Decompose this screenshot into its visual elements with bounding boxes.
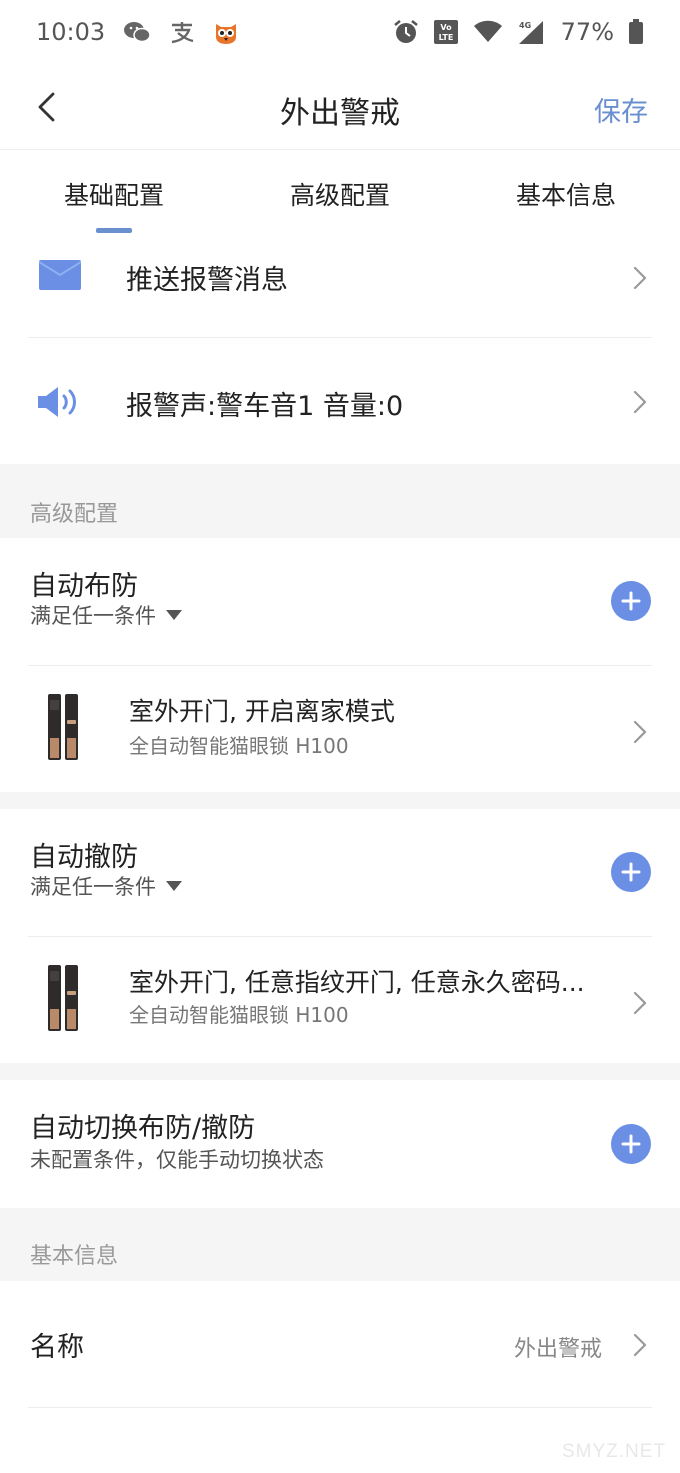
chevron-right-icon [633,991,647,1015]
auto-switch-title: 自动切换布防/撤防 [30,1113,256,1144]
chevron-right-icon [633,266,647,290]
triangle-down-icon [166,610,182,620]
group-gap [0,1063,680,1080]
auto-arm-condition-item[interactable]: 室外开门, 开启离家模式 全自动智能猫眼锁 H100 [0,666,680,792]
tab-basic-info[interactable]: 基本信息 [516,176,616,212]
section-header-info: 基本信息 [0,1208,680,1281]
alarm-sound-label: 报警声:警车音1 音量:0 [126,391,404,422]
battery-icon [628,19,644,45]
add-switch-condition-button[interactable] [611,1124,651,1164]
section-header-advanced: 高级配置 [0,464,680,538]
smart-lock-image [48,694,78,760]
alarm-clock-icon [393,19,419,45]
auto-switch-header: 自动切换布防/撤防 未配置条件，仅能手动切换状态 [0,1080,680,1208]
name-label: 名称 [30,1332,84,1363]
group-gap [0,792,680,809]
page-title: 外出警戒 [280,96,400,131]
envelope-icon [39,260,81,290]
tab-basic-config[interactable]: 基础配置 [64,176,164,212]
watermark: SMYZ.NET [561,1441,666,1462]
cell-signal-icon: 4G [517,19,547,45]
svg-text:Vo: Vo [440,23,452,32]
status-time: 10:03 [36,18,106,46]
name-value: 外出警戒 [513,1337,602,1362]
push-alarm-row[interactable]: 推送报警消息 [0,242,680,337]
divider [28,1407,652,1408]
tab-bar: 基础配置 高级配置 基本信息 [0,150,680,242]
tab-active-indicator [96,228,132,233]
auto-disarm-condition-title: 室外开门, 任意指纹开门, 任意永久密码... [129,968,585,997]
save-button[interactable]: 保存 [594,90,648,129]
smart-lock-image [48,965,78,1031]
auto-arm-condition-device: 全自动智能猫眼锁 H100 [129,734,349,758]
auto-disarm-condition-item[interactable]: 室外开门, 任意指纹开门, 任意永久密码... 全自动智能猫眼锁 H100 [0,937,680,1063]
speaker-icon [38,387,76,417]
auto-disarm-header: 自动撤防 满足任一条件 [0,809,680,936]
auto-disarm-condition-mode: 满足任一条件 [30,875,156,899]
name-row[interactable]: 名称 外出警戒 [0,1281,680,1407]
chevron-right-icon [633,1333,647,1357]
battery-percent: 77% [560,18,614,46]
chevron-right-icon [633,720,647,744]
auto-disarm-condition-dropdown[interactable]: 满足任一条件 [30,871,182,901]
app-header: 外出警戒 保存 [0,64,680,150]
wifi-icon [473,20,503,44]
add-disarm-condition-button[interactable] [611,852,651,892]
owl-app-icon [213,19,239,45]
auto-arm-title: 自动布防 [30,571,138,602]
chevron-right-icon [633,390,647,414]
push-alarm-label: 推送报警消息 [126,265,288,296]
status-bar: 10:03 Vo LTE 4G 77% [0,0,680,64]
plus-icon [621,1134,641,1154]
alipay-icon [169,20,195,44]
auto-disarm-condition-device: 全自动智能猫眼锁 H100 [129,1003,349,1027]
volte-icon: Vo LTE [433,19,459,45]
auto-switch-subtitle: 未配置条件，仅能手动切换状态 [30,1148,324,1172]
auto-disarm-title: 自动撤防 [30,842,138,873]
wechat-icon [123,20,151,44]
plus-icon [621,591,641,611]
triangle-down-icon [166,881,182,891]
auto-arm-condition-dropdown[interactable]: 满足任一条件 [30,600,182,630]
svg-text:LTE: LTE [438,33,453,42]
auto-arm-condition-title: 室外开门, 开启离家模式 [129,697,395,726]
svg-text:4G: 4G [519,21,531,30]
section-title-info: 基本信息 [30,1244,119,1269]
section-title-advanced: 高级配置 [30,502,119,527]
add-arm-condition-button[interactable] [611,581,651,621]
plus-icon [621,862,641,882]
auto-arm-condition-mode: 满足任一条件 [30,604,156,628]
auto-arm-header: 自动布防 满足任一条件 [0,538,680,665]
tab-advanced-config[interactable]: 高级配置 [290,176,390,212]
alarm-sound-row[interactable]: 报警声:警车音1 音量:0 [0,338,680,464]
